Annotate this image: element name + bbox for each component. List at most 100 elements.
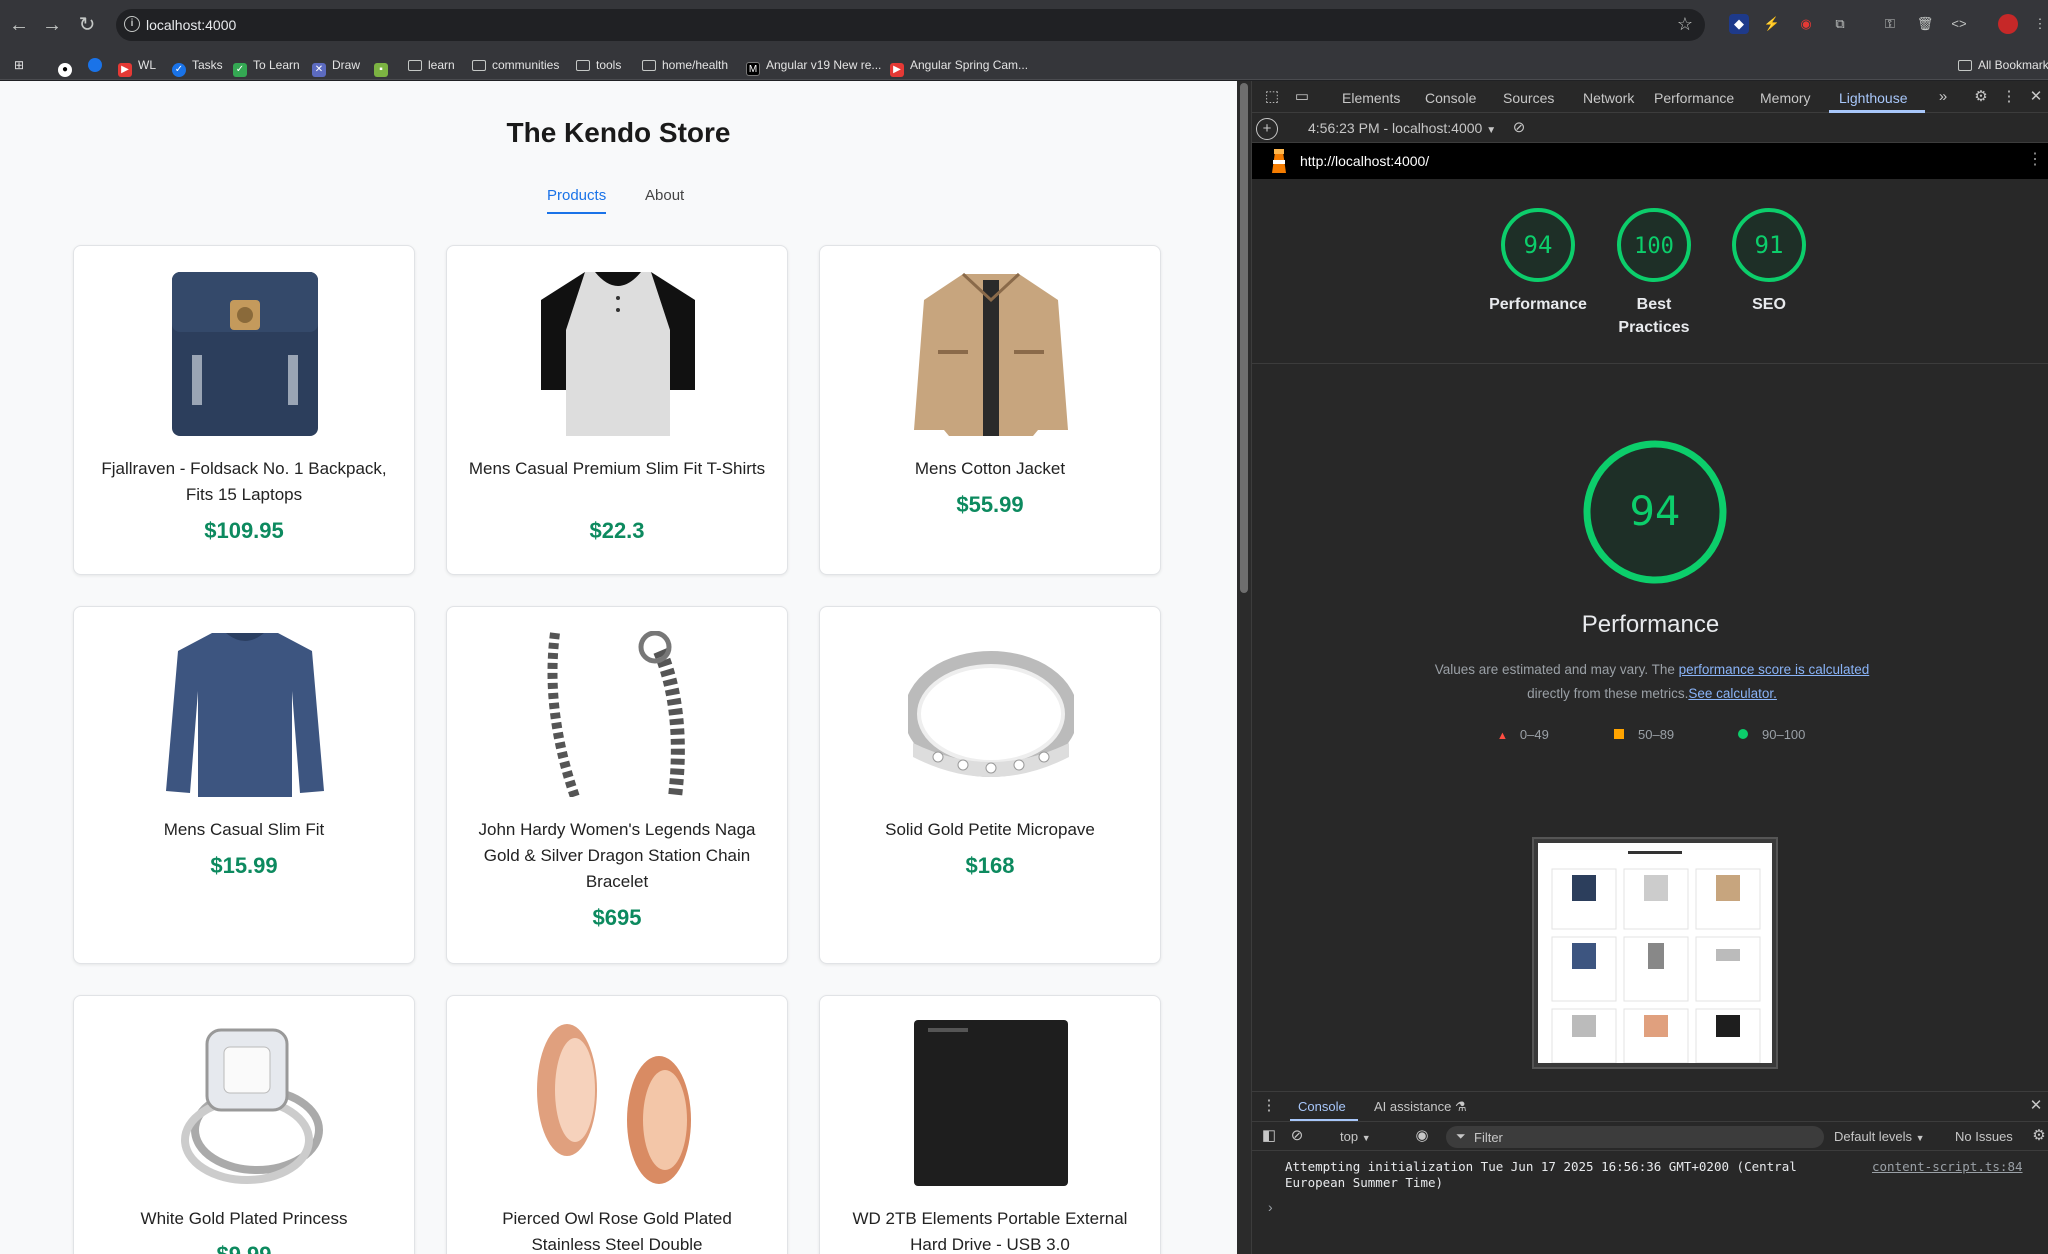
- clear-reports-icon[interactable]: ⊘: [1510, 119, 1528, 137]
- app-icon: ▪: [374, 63, 388, 77]
- tab-about[interactable]: About: [645, 187, 684, 212]
- tab-products[interactable]: Products: [547, 187, 607, 214]
- bookmark-to-learn[interactable]: ✓ To Learn: [233, 56, 300, 77]
- product-name[interactable]: Fjallraven - Foldsack No. 1 Backpack, Fi…: [94, 456, 394, 508]
- calculator-link[interactable]: See calculator.: [1688, 686, 1777, 701]
- score-gauge-performance[interactable]: 94: [1499, 206, 1577, 284]
- password-manager-extension-icon[interactable]: ◆: [1729, 14, 1749, 34]
- bookmark-green-app[interactable]: ▪: [374, 56, 394, 77]
- bookmark-star-icon[interactable]: ☆: [1677, 14, 1693, 35]
- tab-console[interactable]: Console: [1425, 90, 1476, 106]
- github-icon[interactable]: ●: [58, 56, 78, 77]
- bookmark-folder-communities[interactable]: communities: [472, 56, 559, 74]
- device-toolbar-icon[interactable]: ▭: [1293, 88, 1311, 106]
- drawer-tab-ai-assistance[interactable]: AI assistance ⚗: [1374, 1099, 1467, 1115]
- page-screenshot-thumbnail[interactable]: [1532, 837, 1778, 1069]
- flask-icon: ⚗: [1454, 1099, 1467, 1114]
- product-name[interactable]: John Hardy Women's Legends Naga Gold & S…: [467, 817, 767, 895]
- product-name[interactable]: Mens Casual Slim Fit: [94, 817, 394, 843]
- reload-icon[interactable]: ↻: [74, 12, 100, 38]
- tab-memory[interactable]: Memory: [1760, 90, 1811, 106]
- console-prompt-chevron-icon[interactable]: ›: [1268, 1199, 1273, 1215]
- log-levels-dropdown[interactable]: Default levels ▼: [1834, 1129, 1925, 1144]
- bookmark-wl[interactable]: ▶ WL: [118, 56, 156, 77]
- drawer-tab-console[interactable]: Console: [1298, 1099, 1346, 1114]
- blue-site-icon[interactable]: [88, 56, 108, 74]
- product-name[interactable]: White Gold Plated Princess: [94, 1206, 394, 1232]
- lightning-extension-icon[interactable]: ⚡: [1762, 14, 1782, 34]
- report-selector[interactable]: 4:56:23 PM - localhost:4000 ▼: [1308, 120, 1496, 136]
- code-icon[interactable]: <>: [1949, 14, 1969, 34]
- bookmark-angular-spring[interactable]: ▶ Angular Spring Cam...: [890, 56, 1028, 77]
- bookmark-folder-tools[interactable]: tools: [576, 56, 621, 74]
- devtools-menu-icon[interactable]: ⋮: [2000, 88, 2018, 106]
- folder-icon: [408, 60, 422, 71]
- eye-icon[interactable]: ◉: [1413, 1127, 1431, 1145]
- tshirt-icon: [535, 270, 701, 436]
- address-bar[interactable]: i localhost:4000 ☆: [116, 9, 1705, 41]
- clear-console-icon[interactable]: ⊘: [1288, 1127, 1306, 1145]
- close-devtools-icon[interactable]: ✕: [2027, 88, 2045, 106]
- product-card[interactable]: Solid Gold Petite Micropave $168: [819, 606, 1161, 964]
- context-selector[interactable]: top ▼: [1340, 1129, 1371, 1144]
- inspect-element-icon[interactable]: ⬚: [1263, 88, 1281, 106]
- product-card[interactable]: Pierced Owl Rose Gold Plated Stainless S…: [446, 995, 788, 1254]
- product-card[interactable]: Fjallraven - Foldsack No. 1 Backpack, Fi…: [73, 245, 415, 575]
- profile-avatar[interactable]: [1998, 14, 2018, 34]
- new-report-plus-icon[interactable]: +: [1256, 118, 1278, 140]
- back-arrow-icon[interactable]: ←: [6, 12, 32, 38]
- console-filter-input[interactable]: ⏷ Filter: [1446, 1126, 1824, 1148]
- bookmark-folder-home-health[interactable]: home/health: [642, 56, 728, 74]
- tab-network[interactable]: Network: [1583, 90, 1634, 106]
- settings-gear-icon[interactable]: ⚙: [1972, 88, 1990, 106]
- address-url[interactable]: localhost:4000: [146, 17, 236, 33]
- product-name[interactable]: Mens Cotton Jacket: [840, 456, 1140, 482]
- product-card[interactable]: White Gold Plated Princess $9.99: [73, 995, 415, 1254]
- bookmark-angular-v19[interactable]: M Angular v19 New re...: [746, 56, 881, 76]
- bookmark-draw[interactable]: ✕ Draw: [312, 56, 360, 77]
- score-value: 100: [1634, 234, 1674, 259]
- tab-performance[interactable]: Performance: [1654, 90, 1734, 106]
- score-gauge-best-practices[interactable]: 100: [1615, 206, 1693, 284]
- product-card[interactable]: Mens Cotton Jacket $55.99: [819, 245, 1161, 575]
- report-menu-icon[interactable]: ⋮: [2027, 149, 2043, 169]
- report-url[interactable]: http://localhost:4000/: [1300, 153, 1429, 169]
- dropdown-arrow-icon: ▼: [1361, 1133, 1371, 1143]
- extensions-puzzle-icon[interactable]: ⧉: [1830, 14, 1850, 34]
- score-calculated-link[interactable]: performance score is calculated: [1679, 662, 1870, 677]
- trash-icon[interactable]: 🗑: [1915, 14, 1935, 34]
- site-info-icon[interactable]: i: [124, 16, 140, 32]
- drawer-menu-icon[interactable]: ⋮: [1260, 1097, 1278, 1115]
- more-tabs-chevron-icon[interactable]: »: [1934, 88, 1952, 106]
- close-drawer-icon[interactable]: ✕: [2027, 1097, 2045, 1115]
- forward-arrow-icon[interactable]: →: [39, 12, 65, 38]
- console-settings-icon[interactable]: ⚙: [2030, 1127, 2048, 1145]
- product-card[interactable]: Mens Casual Premium Slim Fit T-Shirts $2…: [446, 245, 788, 575]
- scrollbar-thumb[interactable]: [1240, 83, 1248, 593]
- tab-elements[interactable]: Elements: [1342, 90, 1400, 106]
- apps-grid-icon[interactable]: ⊞: [14, 56, 24, 74]
- score-value: 91: [1755, 231, 1784, 259]
- product-name[interactable]: Solid Gold Petite Micropave: [840, 817, 1140, 843]
- bookmark-folder-learn[interactable]: learn: [408, 56, 455, 74]
- key-icon[interactable]: ⚿: [1880, 14, 1900, 34]
- console-source-link[interactable]: content-script.ts:84: [1872, 1159, 2023, 1174]
- bookmark-tasks[interactable]: ✓ Tasks: [172, 56, 223, 77]
- rose-gold-tunnels-icon: [535, 1020, 701, 1186]
- product-card[interactable]: Mens Casual Slim Fit $15.99: [73, 606, 415, 964]
- page-scrollbar[interactable]: [1237, 81, 1251, 1254]
- product-name[interactable]: Pierced Owl Rose Gold Plated Stainless S…: [467, 1206, 767, 1254]
- menu-kebab-icon[interactable]: ⋮: [2030, 14, 2048, 34]
- product-card[interactable]: John Hardy Women's Legends Naga Gold & S…: [446, 606, 788, 964]
- score-gauge-seo[interactable]: 91: [1730, 206, 1808, 284]
- tab-lighthouse[interactable]: Lighthouse: [1839, 90, 1908, 106]
- sidebar-toggle-icon[interactable]: ◧: [1260, 1127, 1278, 1145]
- all-bookmarks[interactable]: All Bookmarks: [1958, 56, 2048, 74]
- record-extension-icon[interactable]: ◉: [1796, 14, 1816, 34]
- product-name[interactable]: Mens Casual Premium Slim Fit T-Shirts: [467, 456, 767, 482]
- product-name[interactable]: WD 2TB Elements Portable External Hard D…: [840, 1206, 1140, 1254]
- tab-sources[interactable]: Sources: [1503, 90, 1554, 106]
- product-card[interactable]: WD 2TB Elements Portable External Hard D…: [819, 995, 1161, 1254]
- issues-counter[interactable]: No Issues: [1955, 1129, 2013, 1144]
- score-label-line: Performance: [1489, 296, 1587, 313]
